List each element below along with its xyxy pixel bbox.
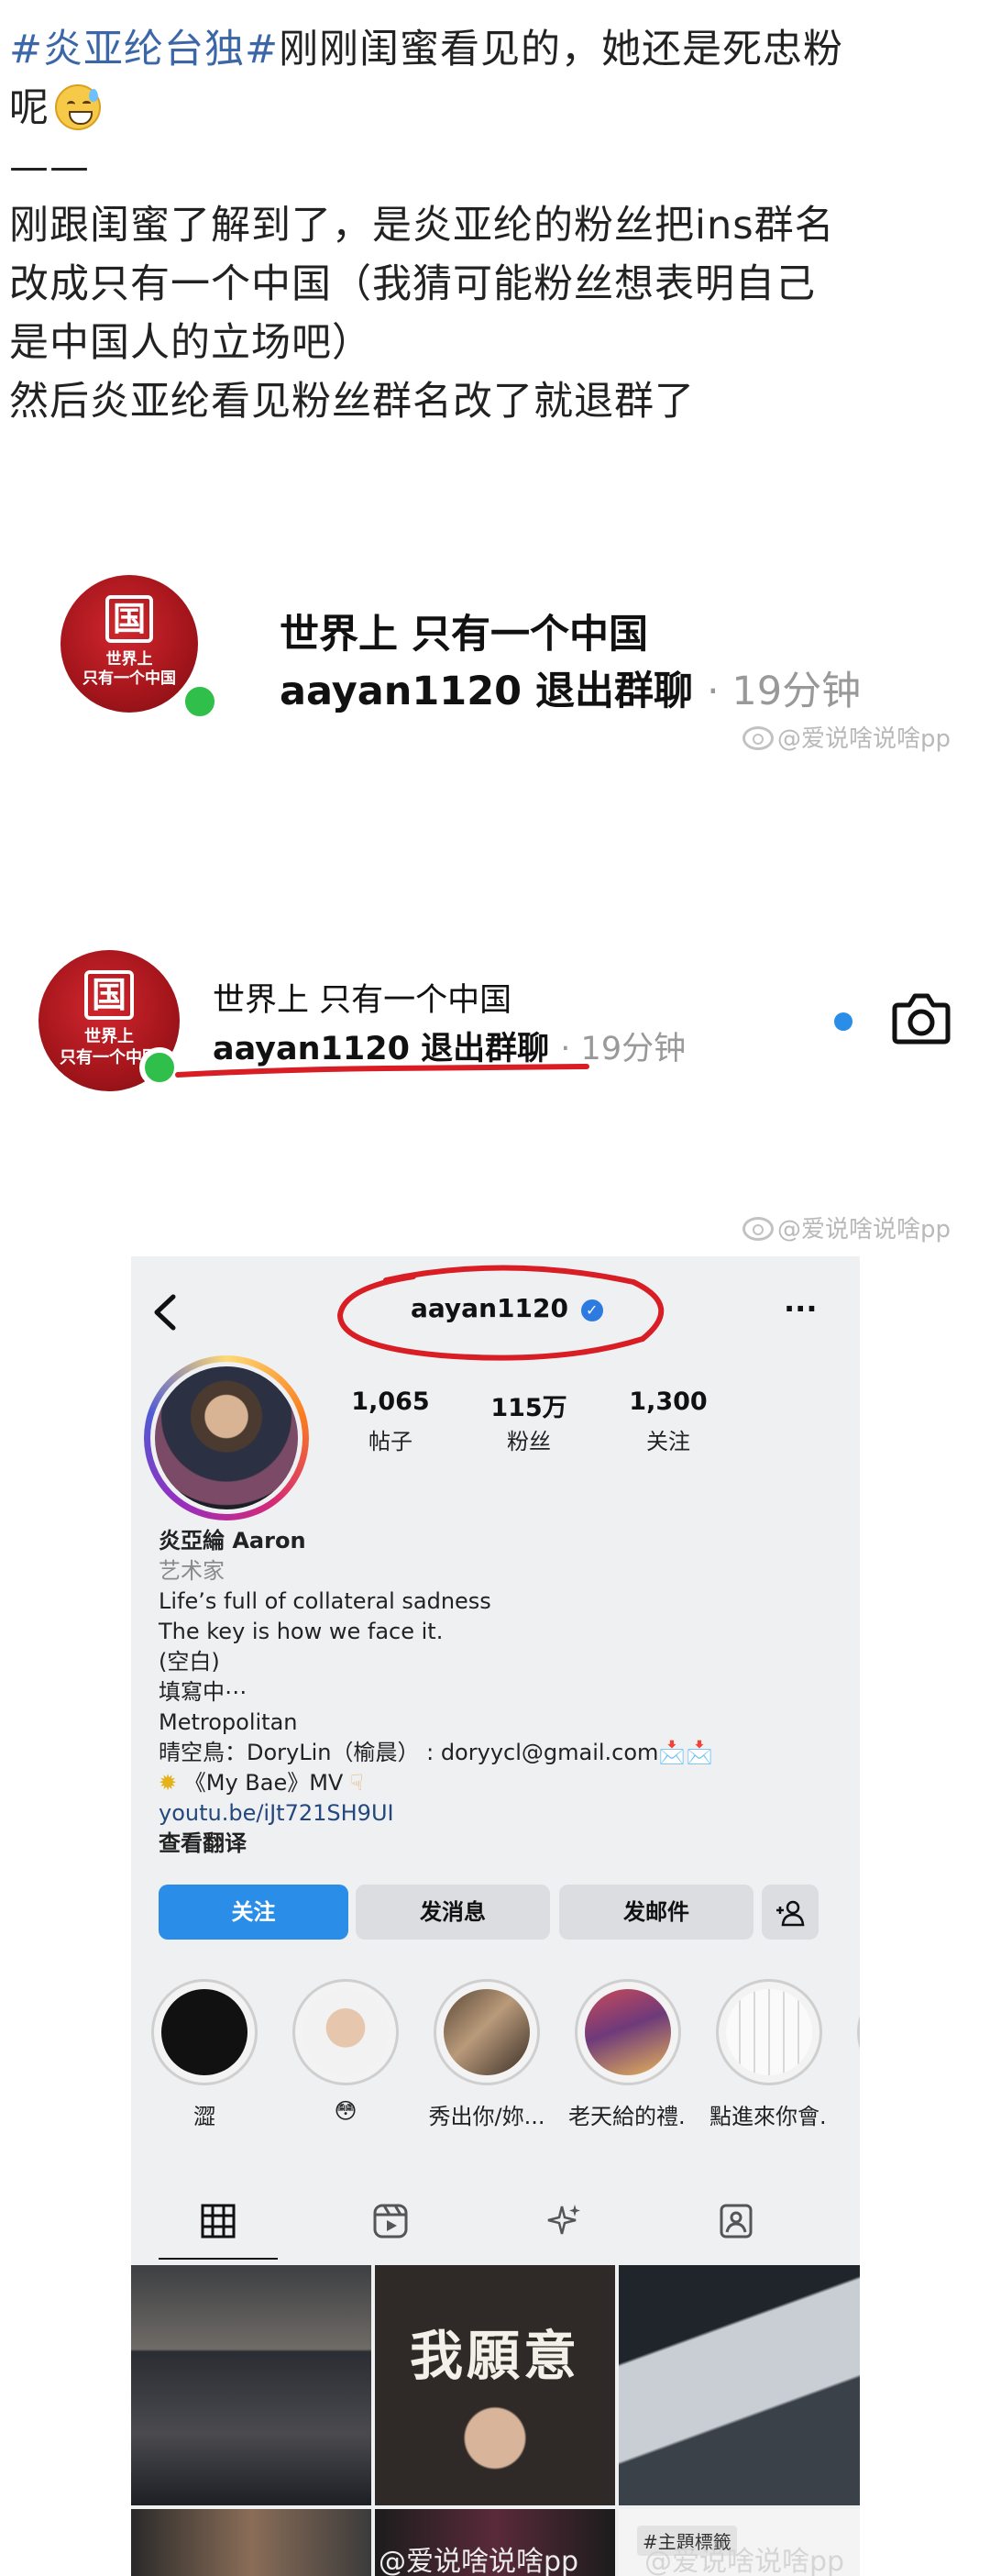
unread-dot xyxy=(834,1012,852,1031)
post-line-4: 改成只有一个中国（我猜可能粉丝想表明自己 xyxy=(9,261,816,307)
story-highlight[interactable] xyxy=(434,1979,540,2085)
chevron-left-icon[interactable] xyxy=(151,1293,179,1332)
grid-tab-indicator xyxy=(159,2258,278,2260)
post-line-1: #炎亚纶台独#刚刚闺蜜看见的，她还是死忠粉 xyxy=(9,20,981,79)
timestamp: · 19分钟 xyxy=(707,669,862,714)
watermark-text: @爱说啥说啥pp xyxy=(379,2546,579,2576)
more-options-button[interactable]: ··· xyxy=(784,1291,817,1326)
avatar-caption: 世界上 xyxy=(84,1027,134,1046)
email-button[interactable]: 发邮件 xyxy=(559,1885,754,1940)
watermark-text: @爱说啥说啥pp xyxy=(777,1216,952,1244)
highlight-cover xyxy=(444,1989,530,2075)
watermark: @爱说啥说啥pp xyxy=(379,2538,578,2576)
bio-line: (空白) xyxy=(159,1649,220,1675)
camera-icon[interactable] xyxy=(891,990,952,1045)
posts-label: 帖子 xyxy=(368,1429,412,1454)
chat-title: 世界上 只有一个中国 xyxy=(213,982,512,1019)
post-text-segment: 刚刚闺蜜看见的，她还是死忠粉 xyxy=(279,27,844,72)
seal-icon: 国 xyxy=(84,970,134,1020)
highlight-cover xyxy=(726,1989,812,2075)
bio-line: 填寫中⋯ xyxy=(159,1679,247,1705)
story-highlight[interactable] xyxy=(857,1979,860,2085)
post-line-3: 刚跟闺蜜了解到了，是炎亚纶的粉丝把ins群名 xyxy=(9,203,835,249)
post-divider: —— xyxy=(9,144,90,190)
highlight-label: 😳 xyxy=(334,2098,358,2124)
highlight-label: 澀 xyxy=(193,2104,215,2129)
following-count[interactable]: 1,300 xyxy=(604,1388,732,1416)
message-button[interactable]: 发消息 xyxy=(356,1885,550,1940)
chat-row-1[interactable]: 国 世界上 只有一个中国 世界上 只有一个中国 aayan1120 退出群聊 ·… xyxy=(0,564,990,753)
watermark: @爱说啥说啥pp xyxy=(742,720,951,754)
bio-line: 晴空鳥：DoryLin（榆晨） : doryycl@gmail.com📩📩 xyxy=(159,1740,714,1765)
weibo-icon xyxy=(742,1217,774,1241)
chat-title: 世界上 只有一个中国 xyxy=(280,612,648,658)
weibo-icon xyxy=(742,726,774,750)
add-person-icon xyxy=(776,1900,805,1927)
follow-button[interactable]: 关注 xyxy=(159,1885,348,1940)
chat-subtitle: aayan1120 退出群聊 · 19分钟 xyxy=(280,659,861,716)
followers-count[interactable]: 115万 xyxy=(465,1388,593,1423)
story-highlight[interactable] xyxy=(292,1979,399,2085)
sparkle-emoji-icon: ✹ xyxy=(159,1770,178,1796)
followers-label: 粉丝 xyxy=(507,1429,551,1454)
post-line-5: 是中国人的立场吧） xyxy=(9,320,372,366)
watermark: @爱说啥说啥pp xyxy=(644,2538,844,2576)
posts-count[interactable]: 1,065 xyxy=(326,1388,455,1416)
chat-row-2[interactable]: 国 世界上 只有一个中国 世界上 只有一个中国 aayan1120 退出群聊 ·… xyxy=(0,935,990,1244)
see-translation-link[interactable]: 查看翻译 xyxy=(159,1829,247,1859)
grid-tab-icon[interactable] xyxy=(200,2203,236,2239)
highlight-cover xyxy=(585,1989,671,2075)
online-indicator xyxy=(180,681,220,722)
bio-line: Life’s full of collateral sadness xyxy=(159,1588,491,1614)
watermark-text: @爱说啥说啥pp xyxy=(777,725,952,753)
highlight-label: 點進來你會... xyxy=(710,2104,829,2129)
pointing-down-emoji-icon: ☟ xyxy=(350,1770,364,1796)
add-user-button[interactable] xyxy=(762,1885,819,1940)
story-highlight[interactable] xyxy=(575,1979,681,2085)
leave-message: aayan1120 退出群聊 xyxy=(280,669,694,714)
group-avatar: 国 世界上 只有一个中国 xyxy=(60,575,198,713)
category-label: 艺术家 xyxy=(159,1558,225,1584)
post-line-6: 然后炎亚纶看见粉丝群名改了就退群了 xyxy=(9,379,695,425)
grid-post[interactable] xyxy=(131,2509,371,2576)
highlight-cover xyxy=(161,1989,248,2075)
grid-post[interactable] xyxy=(619,2265,860,2505)
bio-mv-text: 《My Bae》MV xyxy=(183,1770,344,1796)
bio-mv-line: ✹ 《My Bae》MV ☟ xyxy=(159,1768,364,1798)
hashtag-link[interactable]: #炎亚纶台独# xyxy=(9,27,279,72)
watermark-text: @爱说啥说啥pp xyxy=(644,2546,845,2576)
tagged-tab-icon[interactable] xyxy=(718,2203,754,2239)
instagram-profile-screenshot: aayan1120 ✓ ··· 1,065 帖子 115万 粉丝 1,300 关… xyxy=(131,1256,860,2576)
avatar-caption: 世界上 xyxy=(105,650,153,669)
red-underline-annotation xyxy=(175,1064,589,1078)
post-title-text: 我願意 xyxy=(409,2325,580,2387)
avatar-caption: 只有一个中国 xyxy=(82,669,176,689)
highlight-cover xyxy=(302,1989,389,2075)
grid-post[interactable]: 我願意 xyxy=(375,2265,615,2505)
bio-line: The key is how we face it. xyxy=(159,1619,444,1644)
sweat-smile-emoji-icon xyxy=(55,84,101,130)
grid-post[interactable] xyxy=(131,2265,371,2505)
story-highlight[interactable] xyxy=(151,1979,258,2085)
bio-link[interactable]: youtu.be/iJt721SH9UI xyxy=(159,1798,394,1829)
watermark: @爱说啥说啥pp xyxy=(742,1211,951,1244)
bio-line: Metropolitan xyxy=(159,1709,298,1735)
following-label: 关注 xyxy=(646,1429,690,1454)
reels-tab-icon[interactable] xyxy=(372,2203,409,2239)
display-name: 炎亞綸 Aaron xyxy=(159,1528,306,1553)
profile-picture xyxy=(150,1362,302,1514)
seal-icon: 国 xyxy=(105,595,153,643)
post-body: #炎亚纶台独#刚刚闺蜜看见的，她还是死忠粉 呢 —— 刚跟闺蜜了解到了，是炎亚纶… xyxy=(9,20,981,431)
highlight-label: 秀出你/妳... xyxy=(428,2104,545,2129)
sparkle-tab-icon[interactable] xyxy=(545,2203,582,2239)
post-line-2: 呢 xyxy=(9,79,981,138)
post-text-segment: 呢 xyxy=(9,85,50,131)
highlight-label: 老天給的禮... xyxy=(568,2104,688,2129)
profile-picture-ring[interactable] xyxy=(144,1355,309,1520)
story-highlight[interactable] xyxy=(716,1979,822,2085)
red-circle-annotation xyxy=(336,1265,664,1361)
